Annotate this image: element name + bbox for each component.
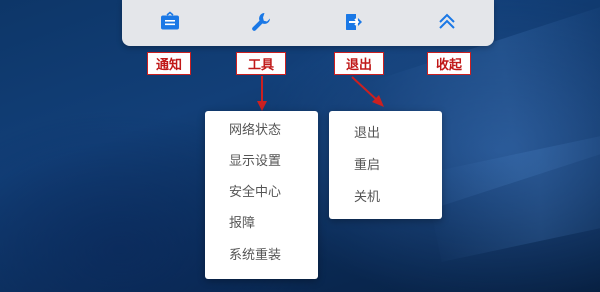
tools-label: 工具 [236, 52, 286, 75]
exit-menu: 退出 重启 关机 [329, 111, 442, 219]
notification-label: 通知 [147, 52, 191, 75]
collapse-label: 收起 [427, 52, 471, 75]
collapse-button[interactable] [429, 8, 465, 36]
menu-item-security-center[interactable]: 安全中心 [205, 181, 318, 205]
notification-board-icon [159, 11, 181, 33]
notification-button[interactable] [152, 8, 188, 36]
exit-door-icon [343, 11, 365, 33]
tools-button[interactable] [243, 8, 279, 36]
menu-item-restart[interactable]: 重启 [329, 154, 442, 178]
menu-item-report-fault[interactable]: 报障 [205, 212, 318, 236]
top-toolbar [122, 0, 494, 46]
wallpaper-light-beam [423, 128, 600, 262]
menu-item-system-reinstall[interactable]: 系统重装 [205, 244, 318, 268]
menu-item-display-settings[interactable]: 显示设置 [205, 150, 318, 174]
wrench-icon [250, 11, 272, 33]
menu-item-logout[interactable]: 退出 [329, 122, 442, 146]
chevron-up-icon [436, 11, 458, 33]
exit-button[interactable] [336, 8, 372, 36]
tools-menu: 网络状态 显示设置 安全中心 报障 系统重装 [205, 111, 318, 279]
menu-item-network-status[interactable]: 网络状态 [205, 119, 318, 143]
exit-label: 退出 [334, 52, 384, 75]
menu-item-shutdown[interactable]: 关机 [329, 186, 442, 210]
